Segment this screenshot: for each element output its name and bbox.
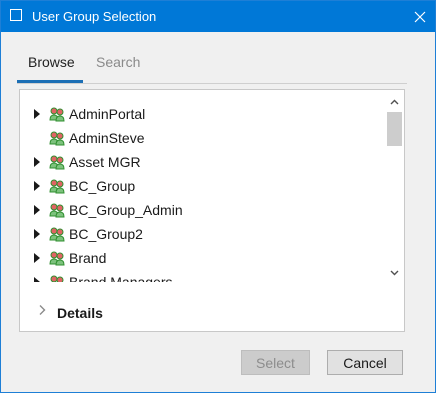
chevron-right-icon — [39, 305, 46, 315]
tab-search[interactable]: Search — [96, 54, 140, 70]
expand-arrow-icon[interactable] — [34, 109, 40, 119]
tree-scrollbar[interactable] — [387, 94, 402, 280]
select-button[interactable]: Select — [241, 350, 310, 375]
group-tree[interactable]: AdminPortal AdminSteve Asset MGR BC_Grou… — [20, 90, 386, 282]
user-group-icon — [49, 251, 65, 266]
chevron-up-icon — [390, 99, 399, 104]
user-group-icon — [49, 179, 65, 194]
scroll-thumb[interactable] — [387, 112, 402, 146]
tree-item-label: BC_Group — [69, 178, 136, 194]
user-group-icon — [49, 203, 65, 218]
tab-divider — [17, 83, 407, 84]
close-icon — [414, 11, 425, 22]
user-group-icon — [49, 131, 65, 146]
browse-panel: AdminPortal AdminSteve Asset MGR BC_Grou… — [19, 89, 405, 332]
tree-item-label: AdminPortal — [69, 106, 146, 122]
user-group-icon — [49, 155, 65, 170]
tree-item-bc-group-admin[interactable]: BC_Group_Admin — [20, 198, 386, 222]
tree-item-label: BC_Group_Admin — [69, 202, 183, 218]
expand-arrow-icon[interactable] — [34, 181, 40, 191]
chevron-down-icon — [390, 270, 399, 275]
title-bar[interactable]: User Group Selection — [1, 1, 435, 32]
tree-item-label: Brand Managers — [69, 274, 173, 282]
scroll-up-button[interactable] — [387, 94, 402, 109]
window-icon — [10, 9, 22, 21]
details-label: Details — [57, 305, 103, 321]
tab-strip: Browse Search — [17, 51, 407, 84]
tree-item-bc-group[interactable]: BC_Group — [20, 174, 386, 198]
expand-arrow-icon[interactable] — [34, 229, 40, 239]
user-group-selection-dialog: User Group Selection Browse Search Admin… — [0, 0, 436, 393]
scroll-down-button[interactable] — [387, 265, 402, 280]
tree-item-label: Brand — [69, 250, 107, 266]
close-button[interactable] — [404, 1, 435, 32]
tree-item-brand-managers[interactable]: Brand Managers — [20, 270, 386, 282]
window-title: User Group Selection — [32, 9, 157, 24]
tree-item-adminsteve[interactable]: AdminSteve — [20, 126, 386, 150]
expand-arrow-icon[interactable] — [34, 205, 40, 215]
tree-item-label: Asset MGR — [69, 154, 141, 170]
cancel-button[interactable]: Cancel — [327, 350, 403, 375]
tab-browse[interactable]: Browse — [28, 54, 75, 70]
user-group-icon — [49, 227, 65, 242]
tree-item-asset-mgr[interactable]: Asset MGR — [20, 150, 386, 174]
expand-arrow-icon[interactable] — [34, 253, 40, 263]
tree-item-bc-group2[interactable]: BC_Group2 — [20, 222, 386, 246]
expand-arrow-icon[interactable] — [34, 277, 40, 282]
user-group-icon — [50, 275, 64, 282]
details-section-toggle[interactable]: Details — [20, 293, 404, 333]
tree-item-label: BC_Group2 — [69, 226, 143, 242]
tree-item-brand[interactable]: Brand — [20, 246, 386, 270]
user-group-icon — [49, 107, 65, 122]
tree-item-label: AdminSteve — [69, 130, 145, 146]
expand-arrow-icon[interactable] — [34, 157, 40, 167]
tree-item-adminportal[interactable]: AdminPortal — [20, 102, 386, 126]
